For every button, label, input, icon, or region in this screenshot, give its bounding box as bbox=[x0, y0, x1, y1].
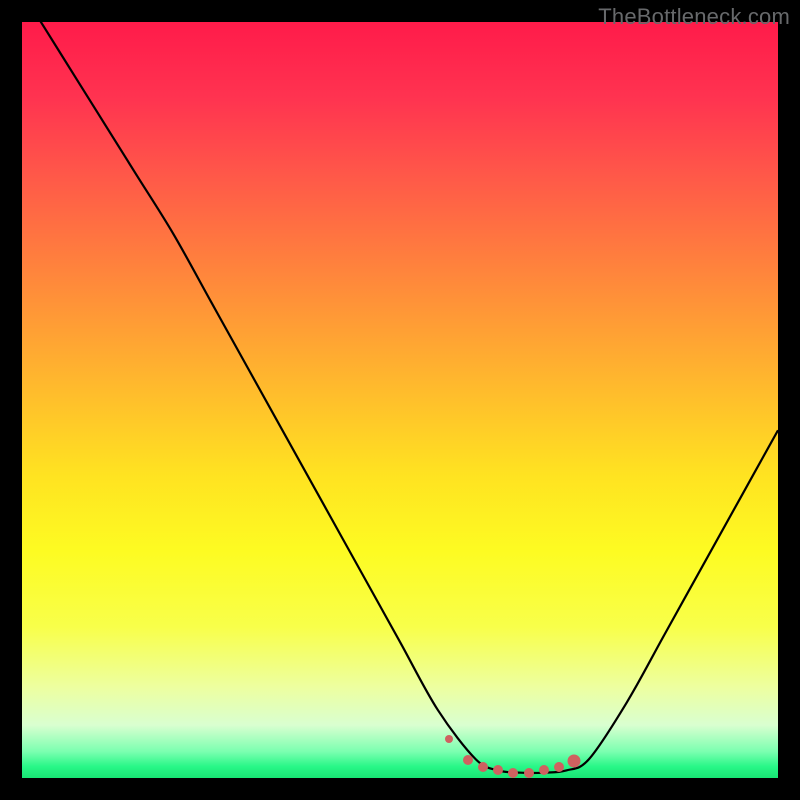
optimal-point bbox=[445, 735, 453, 743]
optimal-point bbox=[478, 762, 488, 772]
optimal-point bbox=[493, 765, 503, 775]
optimal-point bbox=[539, 765, 549, 775]
plot-area bbox=[22, 22, 778, 778]
optimal-point bbox=[524, 768, 534, 778]
optimal-point bbox=[508, 768, 518, 778]
optimal-point bbox=[463, 755, 473, 765]
optimal-range-points bbox=[22, 22, 778, 778]
chart-container: TheBottleneck.com bbox=[0, 0, 800, 800]
watermark-text: TheBottleneck.com bbox=[598, 4, 790, 30]
optimal-point bbox=[554, 762, 564, 772]
optimal-point bbox=[567, 754, 580, 767]
